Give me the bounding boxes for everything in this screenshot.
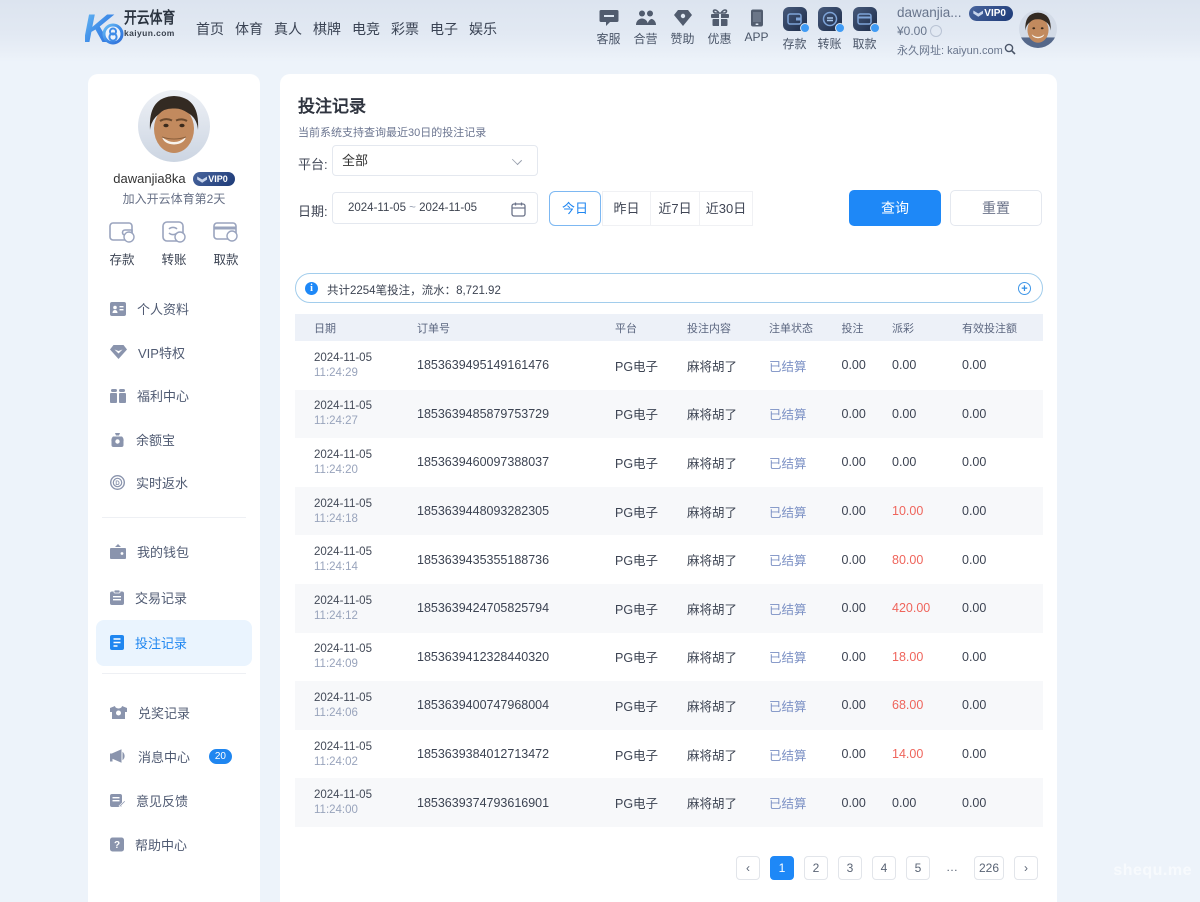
svg-text:?: ? <box>114 840 120 851</box>
svg-text:D: D <box>115 481 120 487</box>
